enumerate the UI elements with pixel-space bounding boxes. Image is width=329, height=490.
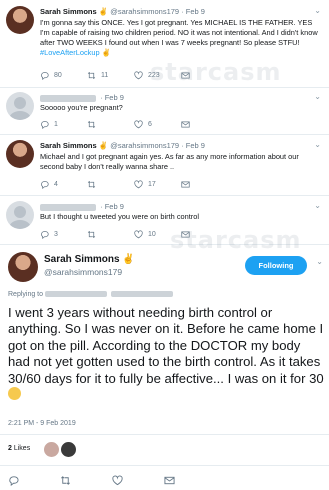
reply-count: 80: [54, 72, 62, 79]
liker-avatar[interactable]: [61, 442, 76, 457]
avatar[interactable]: [6, 6, 34, 34]
main-author-handle[interactable]: @sarahsimmons179: [44, 267, 122, 277]
reply-icon: [41, 231, 49, 239]
tweet-text: But I thought u tweeted you were on birt…: [40, 212, 199, 221]
author-handle[interactable]: @sarahsimmons179: [110, 7, 179, 16]
heart-icon: [134, 180, 143, 189]
replying-to: Replying to: [8, 291, 175, 298]
author-handle[interactable]: @sarahsimmons179: [110, 141, 179, 150]
reply-button[interactable]: 80: [40, 71, 87, 80]
reply-count: 4: [54, 181, 58, 188]
tweet-date[interactable]: Feb 9: [105, 202, 124, 211]
main-author-name[interactable]: Sarah Simmons ✌: [44, 254, 135, 265]
tweet-text: I'm gonna say this ONCE. Yes I got pregn…: [40, 18, 318, 57]
heart-icon: [134, 120, 143, 129]
like-button[interactable]: 223: [134, 71, 181, 80]
dm-button[interactable]: [181, 180, 228, 189]
heart-icon: [134, 71, 143, 80]
retweet-icon: [87, 120, 96, 129]
retweet-button[interactable]: [87, 230, 134, 239]
main-tweet-text: I went 3 years without needing birth con…: [8, 305, 324, 403]
redacted-username: [40, 203, 96, 211]
retweet-icon: [87, 230, 96, 239]
separator-dot: ·: [100, 93, 103, 102]
dm-button[interactable]: [181, 71, 228, 80]
like-count: 17: [148, 181, 156, 188]
like-button[interactable]: 10: [134, 230, 181, 239]
avatar[interactable]: [6, 140, 34, 168]
tweet-actions: 80 11 223: [40, 71, 228, 80]
tweet-date[interactable]: Feb 9: [105, 93, 124, 102]
avatar[interactable]: [6, 92, 34, 120]
reply-count: 1: [54, 121, 58, 128]
chevron-down-icon[interactable]: ⌄: [314, 92, 321, 101]
woman-shrugging-icon: [8, 387, 21, 401]
retweet-icon[interactable]: [60, 475, 71, 486]
like-button[interactable]: 17: [134, 180, 181, 189]
like-count: 223: [148, 72, 160, 79]
chevron-down-icon[interactable]: ⌄: [316, 257, 323, 266]
tweet-1[interactable]: Sarah Simmons ✌ @sarahsimmons179 · Feb 9…: [0, 0, 329, 88]
mail-icon: [181, 181, 190, 188]
chevron-down-icon[interactable]: ⌄: [314, 140, 321, 149]
reply-icon: [41, 72, 49, 80]
reply-button[interactable]: 4: [40, 180, 87, 189]
dm-button[interactable]: [181, 230, 228, 239]
tweet-actions: 3 10: [40, 230, 228, 239]
mail-icon: [181, 72, 190, 79]
tweet-actions: 4 17: [40, 180, 228, 189]
main-avatar[interactable]: [8, 252, 38, 282]
like-button[interactable]: 6: [134, 120, 181, 129]
chevron-down-icon[interactable]: ⌄: [314, 201, 321, 210]
reply-icon[interactable]: [8, 475, 19, 486]
author-name[interactable]: Sarah Simmons ✌: [40, 7, 108, 16]
hashtag-link[interactable]: #LoveAfterLockup: [40, 48, 100, 57]
main-tweet-actions: [0, 470, 329, 490]
author-name[interactable]: Sarah Simmons ✌: [40, 141, 108, 150]
tweet-actions: 1 6: [40, 120, 228, 129]
tweet-text: Sooooo you're pregnant?: [40, 103, 123, 112]
tweet-text: Michael and I got pregnant again yes. As…: [40, 152, 299, 171]
reply-icon: [41, 181, 49, 189]
likes-row: 2 Likes: [0, 434, 329, 466]
mail-icon: [181, 231, 190, 238]
retweet-count: 11: [101, 72, 109, 79]
reply-button[interactable]: 1: [40, 120, 87, 129]
reply-icon: [41, 121, 49, 129]
separator-dot: ·: [100, 202, 103, 211]
retweet-button[interactable]: [87, 120, 134, 129]
separator-dot: ·: [181, 141, 184, 150]
mail-icon[interactable]: [164, 475, 175, 486]
following-button[interactable]: Following: [245, 256, 307, 275]
liker-avatar[interactable]: [44, 442, 59, 457]
tweet-date[interactable]: Feb 9: [186, 7, 205, 16]
redacted-mention[interactable]: [110, 291, 173, 298]
heart-icon[interactable]: [112, 475, 123, 486]
chevron-down-icon[interactable]: ⌄: [314, 6, 321, 15]
tweet-3[interactable]: Sarah Simmons ✌ @sarahsimmons179 · Feb 9…: [0, 135, 329, 196]
separator-dot: ·: [181, 7, 184, 16]
like-count: 6: [148, 121, 152, 128]
like-count: 10: [148, 231, 156, 238]
retweet-button[interactable]: 11: [87, 71, 134, 80]
replying-to-label: Replying to: [8, 291, 44, 298]
retweet-icon: [87, 71, 96, 80]
avatar[interactable]: [6, 201, 34, 229]
reply-count: 3: [54, 231, 58, 238]
likes-count[interactable]: 2 Likes: [8, 445, 30, 452]
retweet-icon: [87, 180, 96, 189]
reply-button[interactable]: 3: [40, 230, 87, 239]
tweet-date[interactable]: Feb 9: [186, 141, 205, 150]
tweet-2[interactable]: · Feb 9 ⌄ Sooooo you're pregnant? 1 6: [0, 88, 329, 135]
heart-icon: [134, 230, 143, 239]
victory-emoji: ✌: [101, 48, 111, 57]
mail-icon: [181, 121, 190, 128]
tweet-timestamp[interactable]: 2:21 PM - 9 Feb 2019: [8, 420, 76, 427]
tweet-4[interactable]: · Feb 9 ⌄ But I thought u tweeted you we…: [0, 196, 329, 245]
retweet-button[interactable]: [87, 180, 134, 189]
redacted-username: [40, 94, 96, 102]
redacted-mention[interactable]: [44, 291, 107, 298]
dm-button[interactable]: [181, 120, 228, 129]
